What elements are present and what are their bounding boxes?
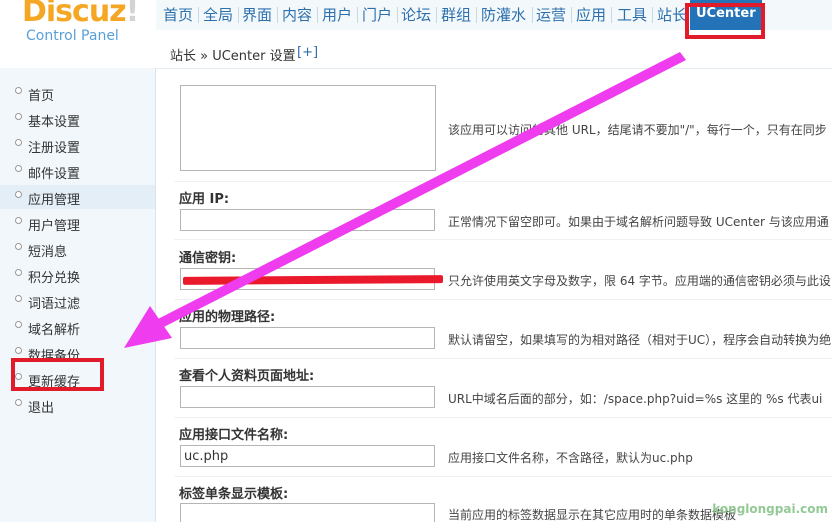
nav-admin[interactable]: 站长 — [657, 4, 687, 25]
tag-template-label: 标签单条显示模板: — [179, 487, 289, 502]
nav-home[interactable]: 首页 — [163, 4, 193, 25]
sidebar-item-word-filter[interactable]: 词语过滤 — [0, 289, 155, 313]
other-urls-description: 该应用可以访问的其他 URL，结尾请不要加"/"，每行一个，只有在同步 — [448, 123, 827, 137]
comm-key-description: 只允许使用英文字母及数字，限 64 字节。应用端的通信密钥必须与此设 — [448, 274, 831, 288]
nav-separator — [238, 7, 239, 23]
sidebar-item-domain-resolution[interactable]: 域名解析 — [0, 315, 155, 339]
row-divider — [174, 239, 832, 240]
comm-key-label: 通信密钥: — [179, 251, 237, 266]
nav-separator — [532, 7, 533, 23]
nav-operation[interactable]: 运营 — [536, 4, 566, 25]
breadcrumb-text: 站长 » UCenter 设置 — [170, 49, 296, 64]
bullet-icon — [15, 139, 22, 146]
api-file-description: 应用接口文件名称，不含路径，默认为uc.php — [448, 451, 693, 465]
physical-path-label: 应用的物理路径: — [179, 310, 276, 325]
bullet-icon — [15, 113, 22, 120]
app-ip-description: 正常情况下留空即可。如果由于域名解析问题导致 UCenter 与该应用通 — [448, 215, 829, 229]
api-file-label: 应用接口文件名称: — [179, 428, 289, 443]
sidebar-item-short-messages[interactable]: 短消息 — [0, 237, 155, 261]
nav-content[interactable]: 内容 — [282, 4, 312, 25]
bullet-icon — [15, 217, 22, 224]
nav-antispam[interactable]: 防灌水 — [481, 4, 526, 25]
profile-url-input[interactable] — [180, 386, 435, 408]
nav-forum[interactable]: 论坛 — [401, 4, 431, 25]
nav-separator — [277, 7, 278, 23]
sidebar-item-home[interactable]: 首页 — [0, 81, 155, 105]
nav-ui[interactable]: 界面 — [242, 4, 272, 25]
sidebar-item-mail-settings[interactable]: 邮件设置 — [0, 159, 155, 183]
row-divider — [174, 358, 832, 359]
api-file-input[interactable] — [180, 445, 435, 467]
row-divider — [174, 417, 832, 418]
discuz-logo: Discuz! — [22, 0, 139, 29]
bullet-icon — [15, 191, 22, 198]
physical-path-description: 默认请留空，如果填写的为相对路径（相对于UC），程序会自动转换为绝 — [448, 333, 832, 347]
nav-separator — [198, 7, 199, 23]
sidebar-item-app-management[interactable]: 应用管理 — [0, 185, 155, 209]
bullet-icon — [15, 87, 22, 94]
nav-separator — [652, 7, 653, 23]
other-urls-textarea[interactable] — [180, 85, 436, 171]
tag-template-input[interactable] — [180, 503, 435, 522]
annotation-box-update-cache — [11, 358, 104, 391]
app-ip-label: 应用 IP: — [179, 192, 230, 207]
nav-separator — [571, 7, 572, 23]
watermark: konglongpai.com — [712, 502, 828, 516]
breadcrumb: 站长 » UCenter 设置 [+] — [156, 40, 832, 69]
app-ip-input[interactable] — [180, 209, 435, 231]
nav-apps[interactable]: 应用 — [576, 4, 606, 25]
add-shortcut-button[interactable]: [+] — [297, 45, 318, 60]
bullet-icon — [15, 269, 22, 276]
bullet-icon — [15, 399, 22, 406]
sidebar: 首页 基本设置 注册设置 邮件设置 应用管理 用户管理 短消息 积分兑换 词语过… — [0, 68, 156, 522]
sidebar-item-user-management[interactable]: 用户管理 — [0, 211, 155, 235]
bullet-icon — [15, 347, 22, 354]
nav-portal[interactable]: 门户 — [362, 4, 392, 25]
sidebar-item-logout[interactable]: 退出 — [0, 393, 155, 417]
nav-tools[interactable]: 工具 — [617, 4, 647, 25]
sidebar-item-basic-settings[interactable]: 基本设置 — [0, 107, 155, 131]
nav-separator — [357, 7, 358, 23]
physical-path-input[interactable] — [180, 327, 435, 349]
nav-groups[interactable]: 群组 — [441, 4, 471, 25]
logo-subtitle: Control Panel — [26, 28, 119, 44]
nav-separator — [436, 7, 437, 23]
profile-url-description: URL中域名后面的部分，如：/space.php?uid=%s 这里的 %s 代… — [448, 392, 823, 406]
annotation-box-ucenter — [685, 3, 765, 39]
nav-separator — [611, 7, 612, 23]
bullet-icon — [15, 165, 22, 172]
row-divider — [174, 181, 832, 182]
nav-separator — [317, 7, 318, 23]
main-content: 该应用可以访问的其他 URL，结尾请不要加"/"，每行一个，只有在同步 应用 I… — [156, 69, 832, 522]
bullet-icon — [15, 295, 22, 302]
nav-separator — [476, 7, 477, 23]
nav-users[interactable]: 用户 — [322, 4, 352, 25]
bullet-icon — [15, 321, 22, 328]
tag-template-description: 当前应用的标签数据显示在其它应用时的单条数据模板 — [448, 508, 737, 522]
row-divider — [174, 299, 832, 300]
bullet-icon — [15, 243, 22, 250]
row-divider — [174, 476, 832, 477]
nav-global[interactable]: 全局 — [203, 4, 233, 25]
sidebar-item-credit-exchange[interactable]: 积分兑换 — [0, 263, 155, 287]
profile-url-label: 查看个人资料页面地址: — [179, 369, 315, 384]
sidebar-item-register-settings[interactable]: 注册设置 — [0, 133, 155, 157]
nav-separator — [397, 7, 398, 23]
